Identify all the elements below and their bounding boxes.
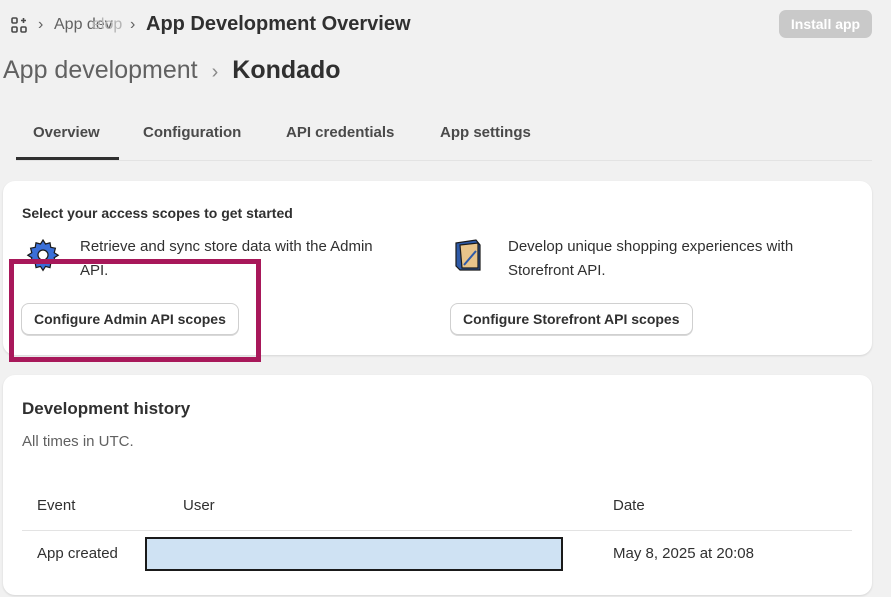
tab-bar: Overview Configuration API credentials A…	[16, 116, 872, 161]
page-title: App development › Kondado	[3, 56, 341, 85]
configure-storefront-api-scopes-button[interactable]: Configure Storefront API scopes	[450, 303, 693, 335]
development-history-card: Development history All times in UTC. Ev…	[3, 375, 872, 595]
access-scopes-card: Select your access scopes to get started…	[3, 181, 872, 355]
column-header-date: Date	[613, 497, 645, 514]
page-title-app-name: Kondado	[232, 56, 341, 84]
redacted-user	[145, 537, 563, 571]
storefront-door-icon	[450, 237, 486, 278]
breadcrumb-app-dev-faded: elopment	[92, 16, 122, 33]
topbar-title: App Development Overview	[146, 13, 411, 35]
tab-configuration[interactable]: Configuration	[143, 124, 241, 141]
storefront-api-description-line1: Develop unique shopping experiences with	[508, 238, 794, 255]
configure-admin-api-scopes-button[interactable]: Configure Admin API scopes	[21, 303, 239, 335]
breadcrumb-separator: ›	[130, 16, 136, 33]
admin-api-description: Retrieve and sync store data with the Ad…	[80, 235, 430, 283]
tab-app-settings[interactable]: App settings	[440, 124, 531, 141]
apps-grid-icon[interactable]	[10, 16, 28, 34]
admin-api-description-line1: Retrieve and sync store data with the Ad…	[80, 238, 373, 255]
install-app-button[interactable]: Install app	[779, 10, 872, 38]
storefront-api-description: Develop unique shopping experiences with…	[508, 235, 858, 283]
admin-api-description-line2: API.	[80, 262, 109, 279]
storefront-api-description-line2: Storefront API.	[508, 262, 606, 279]
development-history-title: Development history	[22, 399, 191, 418]
column-header-user: User	[183, 497, 215, 514]
active-tab-indicator	[16, 157, 119, 160]
tab-api-credentials[interactable]: API credentials	[286, 124, 394, 141]
column-header-event: Event	[37, 497, 76, 514]
page-title-parent[interactable]: App development	[3, 56, 198, 84]
row-date: May 8, 2025 at 20:08	[613, 545, 754, 562]
access-scopes-title: Select your access scopes to get started	[22, 205, 293, 221]
development-history-subtitle: All times in UTC.	[22, 433, 134, 450]
top-bar: › App dev elopment › App Development Ove…	[0, 0, 891, 52]
row-event: App created	[37, 545, 118, 562]
table-divider	[22, 530, 852, 531]
gear-icon	[25, 237, 61, 278]
tab-overview[interactable]: Overview	[33, 124, 100, 141]
chevron-right-icon: ›	[211, 61, 219, 83]
breadcrumb-separator: ›	[38, 16, 44, 33]
